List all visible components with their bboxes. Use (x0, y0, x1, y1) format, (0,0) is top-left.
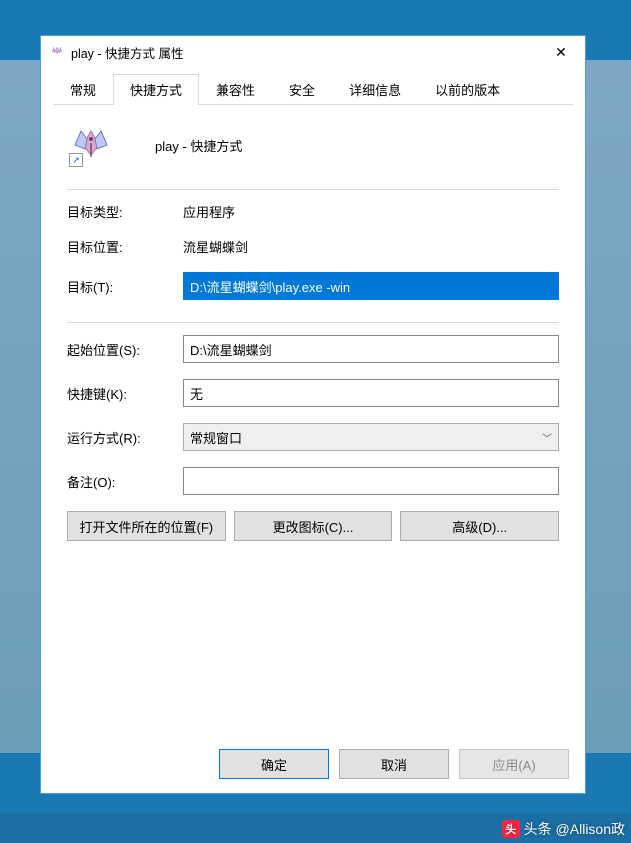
label-comment: 备注(O): (67, 472, 183, 491)
label-target-loc: 目标位置: (67, 237, 183, 256)
shortcut-header: ↗ play - 快捷方式 (67, 121, 559, 183)
hotkey-input[interactable] (183, 379, 559, 407)
startin-input[interactable] (183, 335, 559, 363)
advanced-button[interactable]: 高级(D)... (400, 511, 559, 541)
tab-security[interactable]: 安全 (272, 74, 332, 105)
window-title: play - 快捷方式 属性 (71, 43, 539, 62)
target-input[interactable] (183, 272, 559, 300)
shortcut-icon: ↗ (71, 125, 111, 165)
chevron-down-icon: ﹀ (542, 430, 552, 445)
tab-details[interactable]: 详细信息 (332, 74, 418, 105)
divider (67, 189, 559, 190)
tab-previous[interactable]: 以前的版本 (418, 74, 517, 105)
tab-compat[interactable]: 兼容性 (199, 74, 272, 105)
ok-button[interactable]: 确定 (219, 749, 329, 779)
shortcut-name: play - 快捷方式 (155, 136, 242, 155)
toutiao-logo-icon: 头 (502, 820, 520, 838)
row-run: 运行方式(R): 常规窗口 ﹀ (67, 423, 559, 451)
label-hotkey: 快捷键(K): (67, 384, 183, 403)
properties-dialog: play - 快捷方式 属性 ✕ 常规 快捷方式 兼容性 安全 详细信息 以前的… (40, 35, 586, 794)
label-startin: 起始位置(S): (67, 340, 183, 359)
button-row: 打开文件所在的位置(F) 更改图标(C)... 高级(D)... (67, 511, 559, 541)
cancel-button[interactable]: 取消 (339, 749, 449, 779)
row-target-type: 目标类型: 应用程序 (67, 202, 559, 221)
label-run: 运行方式(R): (67, 428, 183, 447)
app-icon (49, 44, 65, 60)
divider (67, 322, 559, 323)
row-target: 目标(T): (67, 272, 559, 300)
shortcut-overlay-icon: ↗ (69, 153, 83, 167)
row-hotkey: 快捷键(K): (67, 379, 559, 407)
tab-general[interactable]: 常规 (53, 74, 113, 105)
label-target: 目标(T): (67, 277, 183, 296)
run-select[interactable]: 常规窗口 ﹀ (183, 423, 559, 451)
titlebar: play - 快捷方式 属性 ✕ (41, 36, 585, 68)
open-file-location-button[interactable]: 打开文件所在的位置(F) (67, 511, 226, 541)
tab-shortcut[interactable]: 快捷方式 (113, 74, 199, 105)
row-target-loc: 目标位置: 流星蝴蝶剑 (67, 237, 559, 256)
value-target-type: 应用程序 (183, 202, 235, 221)
watermark-text: 头条 @Allison政 (524, 819, 625, 839)
close-button[interactable]: ✕ (539, 37, 583, 67)
watermark: 头 头条 @Allison政 (502, 819, 625, 839)
row-comment: 备注(O): (67, 467, 559, 495)
run-select-value: 常规窗口 (190, 428, 242, 447)
label-target-type: 目标类型: (67, 202, 183, 221)
apply-button[interactable]: 应用(A) (459, 749, 569, 779)
tab-content: ↗ play - 快捷方式 目标类型: 应用程序 目标位置: 流星蝴蝶剑 目标(… (41, 105, 585, 737)
comment-input[interactable] (183, 467, 559, 495)
tabstrip: 常规 快捷方式 兼容性 安全 详细信息 以前的版本 (41, 68, 585, 105)
row-startin: 起始位置(S): (67, 335, 559, 363)
change-icon-button[interactable]: 更改图标(C)... (234, 511, 393, 541)
dialog-footer: 确定 取消 应用(A) (41, 737, 585, 793)
value-target-loc: 流星蝴蝶剑 (183, 237, 248, 256)
